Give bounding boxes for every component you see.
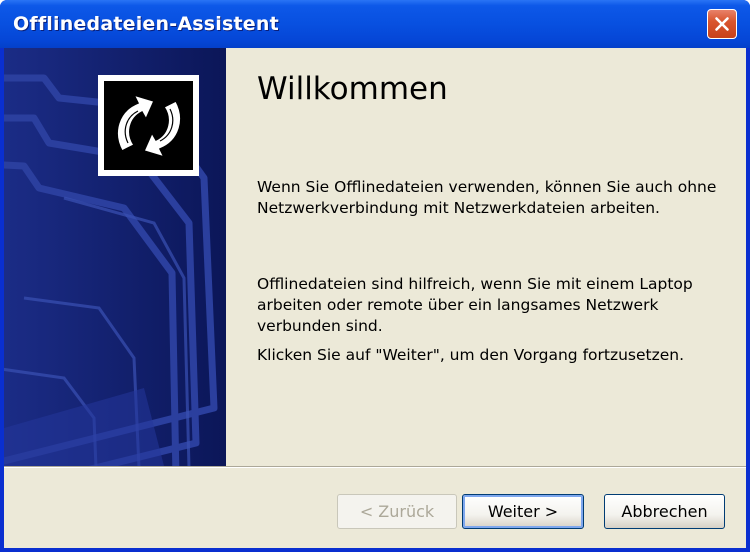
continue-hint: Klicken Sie auf "Weiter", um den Vorgang… bbox=[257, 346, 685, 364]
wizard-body: Willkommen Wenn Sie Offlinedateien verwe… bbox=[4, 48, 746, 548]
wizard-banner bbox=[4, 48, 226, 466]
wizard-content: Willkommen Wenn Sie Offlinedateien verwe… bbox=[226, 48, 746, 466]
window-title: Offlinedateien-Assistent bbox=[13, 13, 279, 35]
close-icon bbox=[715, 17, 729, 31]
wizard-window: Offlinedateien-Assistent Willkommen Wenn… bbox=[0, 0, 750, 552]
next-button[interactable]: Weiter > bbox=[462, 494, 584, 529]
back-button[interactable]: < Zurück bbox=[337, 494, 457, 529]
wizard-logo bbox=[98, 75, 199, 176]
close-button[interactable] bbox=[707, 9, 737, 39]
page-title: Willkommen bbox=[257, 71, 448, 107]
cancel-button[interactable]: Abbrechen bbox=[604, 494, 725, 529]
laptop-paragraph: Offlinedateien sind hilfreich, wenn Sie … bbox=[257, 275, 693, 335]
title-bar[interactable]: Offlinedateien-Assistent bbox=[0, 0, 750, 48]
intro-paragraph: Wenn Sie Offlinedateien verwenden, könne… bbox=[257, 178, 717, 217]
footer-divider bbox=[4, 466, 746, 468]
sync-arrows-icon bbox=[116, 93, 182, 159]
